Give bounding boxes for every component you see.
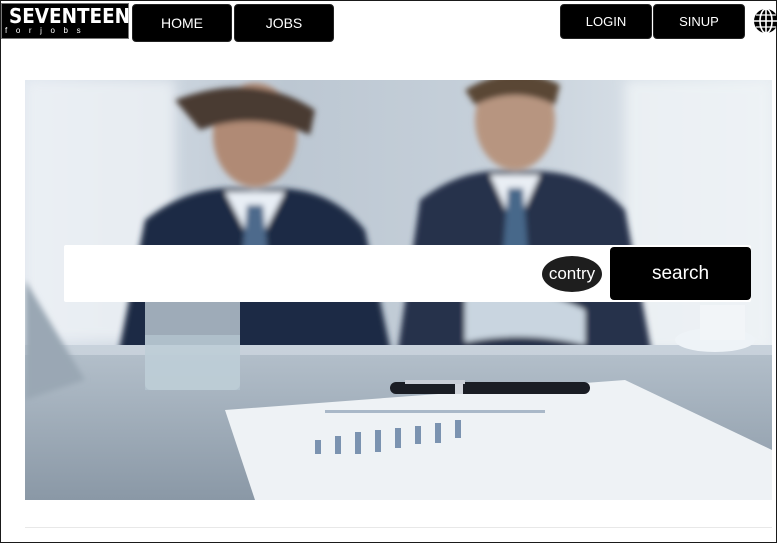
divider — [25, 527, 772, 528]
logo-subtitle: forjobs — [5, 26, 90, 35]
globe-icon[interactable] — [752, 4, 777, 38]
search-input[interactable] — [64, 245, 534, 302]
country-selector[interactable]: contry — [542, 256, 602, 292]
search-button[interactable]: search — [610, 247, 751, 300]
nav-jobs-button[interactable]: JOBS — [234, 4, 334, 42]
site-logo[interactable]: SEVENTEEN forjobs — [1, 3, 131, 39]
login-button[interactable]: LOGIN — [560, 4, 652, 39]
signup-button[interactable]: SINUP — [653, 4, 745, 39]
logo-title: SEVENTEEN — [8, 4, 131, 28]
nav-home-button[interactable]: HOME — [132, 4, 232, 42]
